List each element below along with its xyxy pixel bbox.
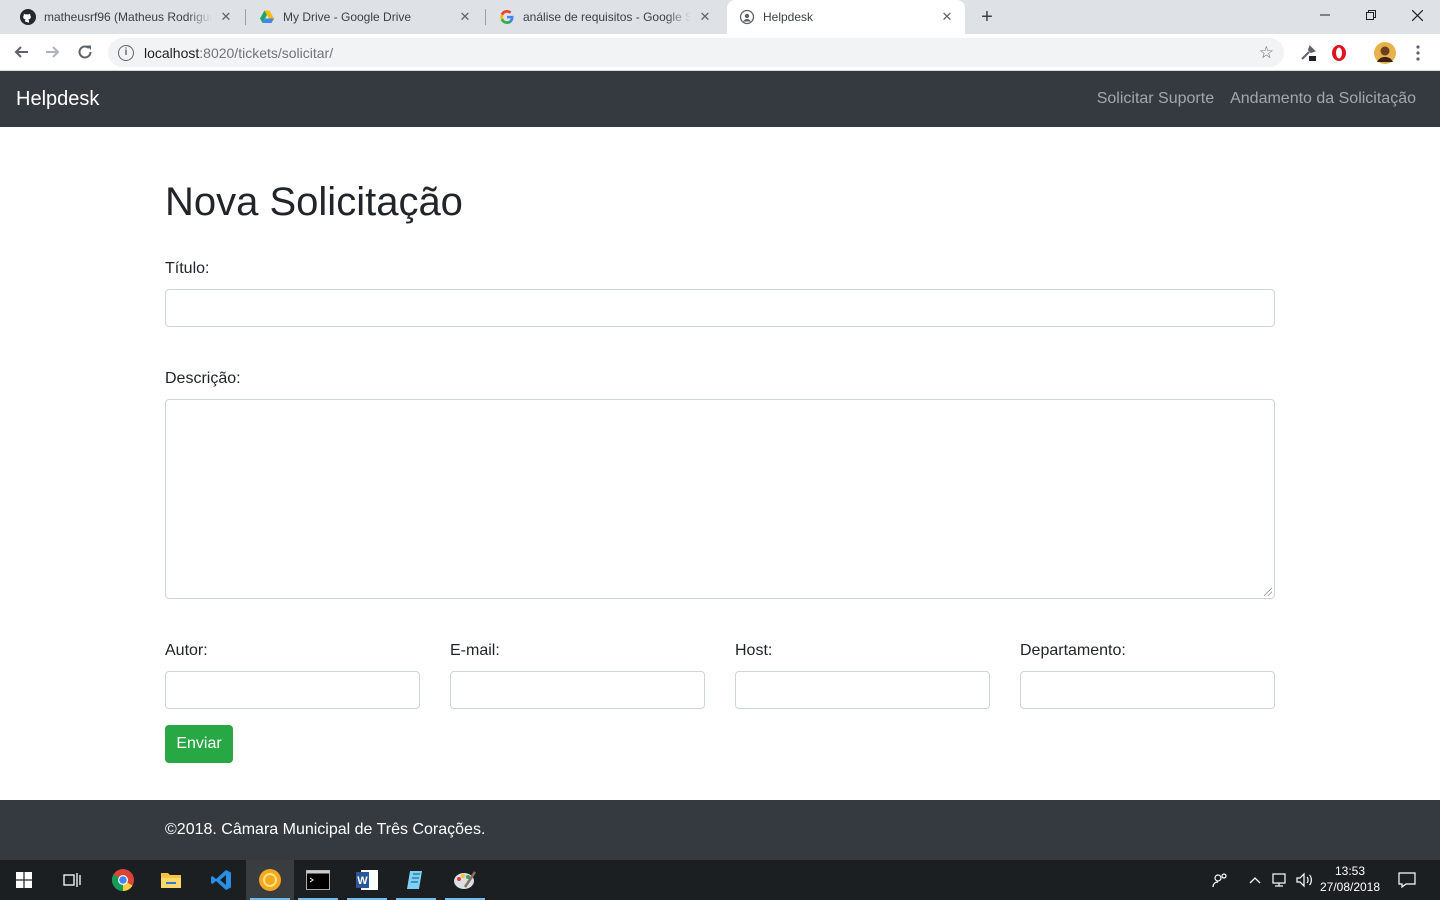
arrow-right-icon — [46, 46, 60, 58]
page-footer: ©2018. Câmara Municipal de Três Corações… — [0, 800, 1440, 860]
svg-text:W: W — [357, 875, 368, 887]
tab-helpdesk[interactable]: Helpdesk ✕ — [727, 0, 965, 34]
close-window-button[interactable] — [1394, 0, 1440, 30]
github-icon — [20, 9, 36, 25]
file-explorer-icon[interactable] — [147, 860, 195, 900]
notifications-icon[interactable] — [1398, 860, 1416, 900]
close-icon[interactable]: ✕ — [939, 9, 955, 25]
titulo-input[interactable] — [165, 289, 1275, 327]
tab-google-search[interactable]: análise de requisitos - Google Se ✕ — [487, 0, 723, 34]
taskbar-clock[interactable]: 13:53 27/08/2018 — [1318, 863, 1382, 895]
word-icon[interactable]: W — [343, 860, 391, 900]
autor-input[interactable] — [165, 671, 420, 709]
app-navbar: Helpdesk Solicitar Suporte Andamento da … — [0, 71, 1440, 127]
vscode-icon[interactable] — [197, 860, 245, 900]
avatar[interactable] — [1374, 42, 1396, 64]
extension-eyedropper-icon[interactable] — [1297, 42, 1319, 64]
navbar-brand[interactable]: Helpdesk — [16, 88, 99, 111]
google-icon — [499, 9, 515, 25]
tab-separator — [485, 9, 486, 25]
chrome-taskbar-icon[interactable] — [99, 860, 147, 900]
url-host: localhost — [144, 44, 200, 61]
new-tab-button[interactable]: + — [976, 6, 998, 28]
tab-title: análise de requisitos - Google Se — [523, 10, 691, 24]
close-icon[interactable]: ✕ — [457, 9, 473, 25]
network-icon[interactable] — [1272, 860, 1290, 900]
descricao-label: Descrição: — [165, 370, 241, 387]
descricao-textarea[interactable] — [165, 399, 1275, 599]
bookmark-star-icon[interactable]: ☆ — [1259, 43, 1274, 63]
notepad-icon[interactable] — [392, 860, 440, 900]
departamento-label: Departamento: — [1020, 642, 1126, 659]
windows-taskbar: W 13:53 27/08/2018 — [0, 860, 1440, 900]
tab-title: My Drive - Google Drive — [283, 10, 412, 24]
menu-kebab-icon[interactable] — [1407, 42, 1429, 64]
minimize-button[interactable] — [1302, 0, 1348, 30]
tab-title: matheusrf96 (Matheus Rodrigues — [44, 10, 212, 24]
clock-time: 13:53 — [1334, 864, 1366, 878]
reload-icon — [78, 45, 92, 59]
host-input[interactable] — [735, 671, 990, 709]
task-view-icon[interactable] — [48, 860, 96, 900]
tab-title: Helpdesk — [763, 10, 814, 24]
email-label: E-mail: — [450, 642, 500, 659]
volume-icon[interactable] — [1296, 860, 1314, 900]
footer-copyright: ©2018. Câmara Municipal de Três Corações… — [165, 821, 486, 838]
reload-button[interactable] — [72, 39, 98, 65]
email-input[interactable] — [450, 671, 705, 709]
restore-button[interactable] — [1348, 0, 1394, 30]
browser-toolbar: i localhost:8020/tickets/solicitar/ ☆ — [0, 34, 1440, 71]
page-title: Nova Solicitação — [165, 180, 463, 224]
arrow-left-icon — [14, 46, 28, 58]
resize-grip-icon[interactable] — [1264, 588, 1272, 596]
navbar-links: Solicitar Suporte Andamento da Solicitaç… — [1097, 90, 1416, 108]
google-drive-icon — [259, 9, 275, 25]
app-taskbar-icon-active[interactable] — [246, 860, 294, 900]
back-button[interactable] — [8, 39, 34, 65]
terminal-icon[interactable] — [294, 860, 342, 900]
tab-separator — [245, 9, 246, 25]
nav-link-andamento[interactable]: Andamento da Solicitação — [1230, 90, 1416, 108]
forward-button[interactable] — [40, 39, 66, 65]
nav-link-solicitar-suporte[interactable]: Solicitar Suporte — [1097, 90, 1214, 108]
people-icon[interactable] — [1212, 860, 1228, 900]
autor-label: Autor: — [165, 642, 208, 659]
globe-icon — [739, 9, 755, 25]
enviar-button[interactable]: Enviar — [165, 725, 233, 763]
host-label: Host: — [735, 642, 773, 659]
address-bar[interactable]: i localhost:8020/tickets/solicitar/ ☆ — [108, 38, 1284, 67]
chevron-up-icon[interactable] — [1249, 860, 1261, 900]
titulo-label: Título: — [165, 260, 210, 277]
tab-google-drive[interactable]: My Drive - Google Drive ✕ — [247, 0, 483, 34]
browser-tab-strip: matheusrf96 (Matheus Rodrigues ✕ My Driv… — [0, 0, 1440, 34]
windows-start-icon[interactable] — [0, 860, 48, 900]
tab-github[interactable]: matheusrf96 (Matheus Rodrigues ✕ — [8, 0, 244, 34]
close-icon[interactable]: ✕ — [697, 9, 713, 25]
opera-icon[interactable] — [1328, 42, 1350, 64]
info-icon[interactable]: i — [118, 44, 134, 61]
paint-icon[interactable] — [441, 860, 489, 900]
clock-date: 27/08/2018 — [1319, 880, 1381, 894]
close-icon[interactable]: ✕ — [218, 9, 234, 25]
url-path: :8020/tickets/solicitar/ — [199, 44, 334, 61]
departamento-input[interactable] — [1020, 671, 1275, 709]
